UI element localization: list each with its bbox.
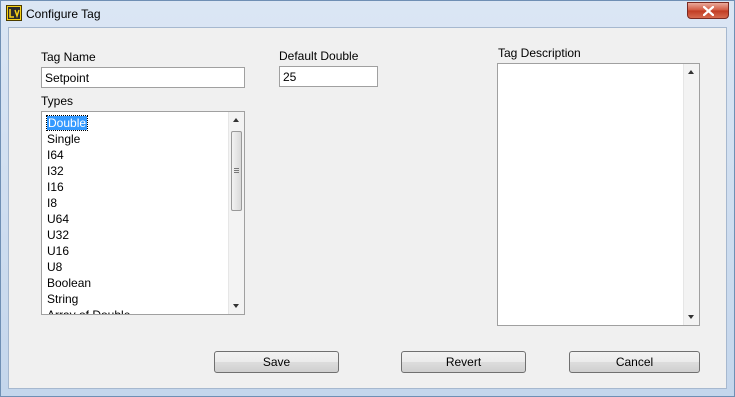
types-list-item[interactable]: U8 bbox=[42, 259, 227, 275]
types-list-item[interactable]: I64 bbox=[42, 147, 227, 163]
types-list-item[interactable]: Boolean bbox=[42, 275, 227, 291]
title-bar[interactable]: Configure Tag bbox=[1, 1, 734, 27]
types-list-item[interactable]: String bbox=[42, 291, 227, 307]
configure-tag-window: Configure Tag Tag Name Default Double Ta… bbox=[0, 0, 735, 397]
types-list-item-label: U64 bbox=[47, 212, 70, 226]
types-list-item[interactable]: U16 bbox=[42, 243, 227, 259]
types-list-item[interactable]: U32 bbox=[42, 227, 227, 243]
grip-line bbox=[234, 168, 239, 169]
types-list-item-label: U16 bbox=[47, 244, 70, 258]
tag-name-label: Tag Name bbox=[41, 50, 96, 64]
types-list-item[interactable]: U64 bbox=[42, 211, 227, 227]
types-list-item[interactable]: Double bbox=[42, 115, 227, 131]
types-list: Double Single I64 I32 I16 I8 U64 U32 U16 U8 Boolea… bbox=[42, 115, 227, 315]
types-list-item[interactable]: I16 bbox=[42, 179, 227, 195]
types-list-item-label: Single bbox=[47, 132, 81, 146]
types-list-item-label: U8 bbox=[47, 260, 63, 274]
close-button[interactable] bbox=[687, 2, 729, 19]
types-list-item[interactable]: Array of Double bbox=[42, 307, 227, 315]
close-icon bbox=[703, 6, 714, 16]
cancel-button[interactable]: Cancel bbox=[569, 351, 700, 373]
types-list-item-label: I64 bbox=[47, 148, 64, 162]
tag-description-label: Tag Description bbox=[498, 46, 581, 60]
types-list-item-label: I8 bbox=[47, 196, 58, 210]
types-label: Types bbox=[41, 94, 74, 108]
scroll-down-arrow-icon[interactable] bbox=[688, 315, 694, 319]
revert-button[interactable]: Revert bbox=[401, 351, 526, 373]
tag-description-scrollbar[interactable] bbox=[683, 64, 699, 325]
types-list-item-label: U32 bbox=[47, 228, 70, 242]
types-list-item-label: String bbox=[47, 292, 79, 306]
types-list-item-label: I32 bbox=[47, 164, 64, 178]
grip-line bbox=[234, 172, 239, 173]
labview-app-icon bbox=[6, 5, 22, 21]
grip-line bbox=[234, 170, 239, 171]
default-double-input[interactable] bbox=[279, 66, 378, 87]
save-button[interactable]: Save bbox=[214, 351, 339, 373]
types-list-item[interactable]: I32 bbox=[42, 163, 227, 179]
types-list-item-label: I16 bbox=[47, 180, 64, 194]
types-scrollbar[interactable] bbox=[228, 112, 244, 314]
types-list-item-label: Boolean bbox=[47, 276, 92, 290]
scroll-down-arrow-icon[interactable] bbox=[233, 304, 239, 308]
scroll-up-arrow-icon[interactable] bbox=[233, 118, 239, 122]
types-list-item[interactable]: I8 bbox=[42, 195, 227, 211]
types-listbox[interactable]: Double Single I64 I32 I16 I8 U64 U32 U16 U8 Boolea… bbox=[41, 111, 245, 315]
dialog-client-area: Tag Name Default Double Tag Description … bbox=[8, 27, 727, 389]
tag-description-textarea[interactable] bbox=[497, 63, 700, 326]
window-title: Configure Tag bbox=[26, 7, 101, 21]
default-double-label: Default Double bbox=[279, 49, 359, 63]
tag-name-input[interactable] bbox=[41, 67, 245, 88]
scrollbar-thumb[interactable] bbox=[231, 131, 242, 211]
types-list-item[interactable]: Single bbox=[42, 131, 227, 147]
types-list-item-label: Array of Double bbox=[47, 308, 131, 315]
scroll-up-arrow-icon[interactable] bbox=[688, 70, 694, 74]
types-list-item-label: Double bbox=[45, 115, 89, 131]
